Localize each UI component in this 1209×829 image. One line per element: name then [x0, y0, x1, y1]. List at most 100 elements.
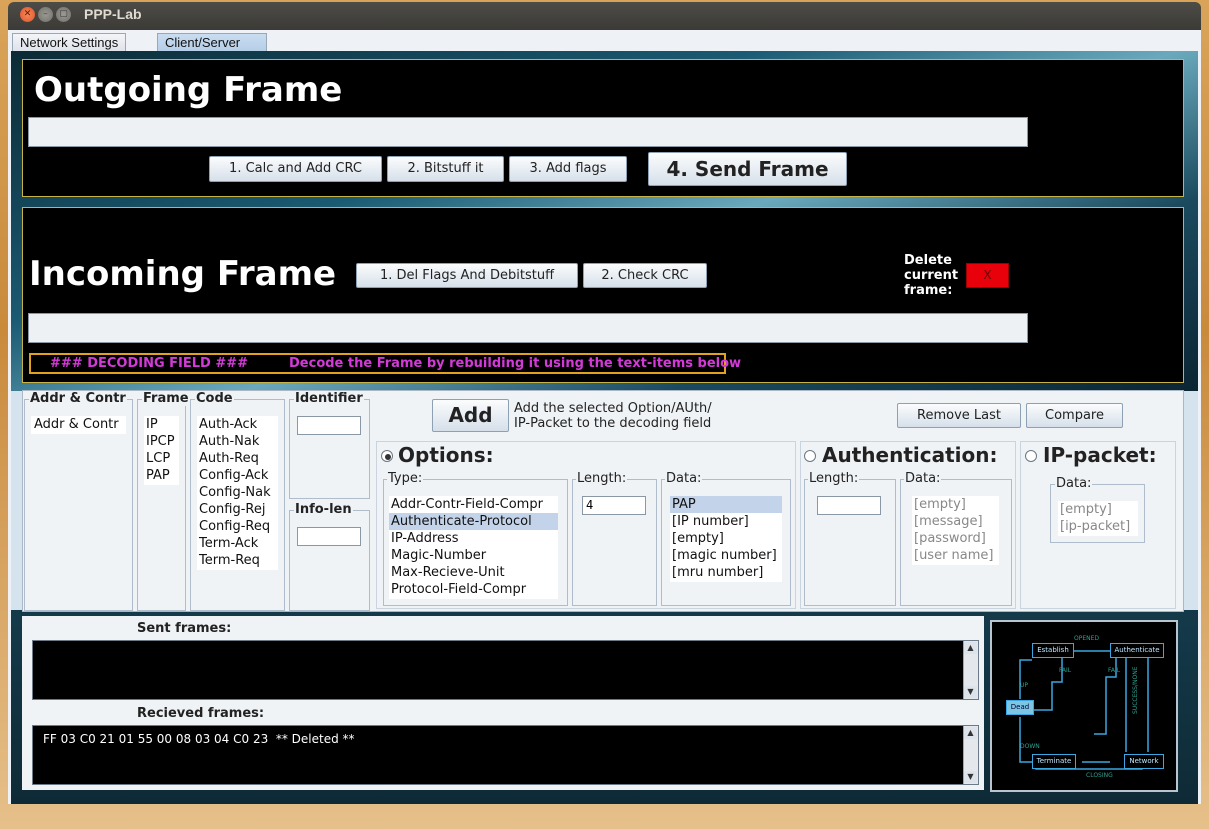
- info-len-input[interactable]: [297, 527, 361, 546]
- list-item[interactable]: [empty]: [912, 496, 999, 513]
- list-item[interactable]: Term-Ack: [197, 535, 278, 552]
- list-item[interactable]: IP-Address: [389, 530, 558, 547]
- window-title: PPP-Lab: [84, 6, 142, 22]
- option-type-label: Type:: [387, 471, 424, 486]
- state-authenticate: Authenticate: [1110, 643, 1164, 658]
- list-item[interactable]: IPCP: [144, 433, 179, 450]
- send-frame-button[interactable]: 4. Send Frame: [648, 152, 847, 186]
- list-item[interactable]: IP: [144, 416, 179, 433]
- addr-contr-label: Addr & Contr: [29, 391, 127, 406]
- outgoing-frame-field[interactable]: [28, 117, 1028, 147]
- received-frame-line: FF 03 C0 21 01 55 00 08 03 04 C0 23 ** D…: [43, 732, 355, 746]
- list-item[interactable]: Addr-Contr-Field-Compr: [389, 496, 558, 513]
- list-item[interactable]: [empty]: [670, 530, 782, 547]
- compare-button[interactable]: Compare: [1026, 403, 1123, 428]
- bitstuff-button[interactable]: 2. Bitstuff it: [387, 156, 504, 182]
- scroll-up-arrow-icon[interactable]: ▲: [964, 727, 977, 739]
- list-item[interactable]: Protocol-Field-Compr: [389, 581, 558, 598]
- info-len-group: [289, 510, 370, 611]
- option-length-input[interactable]: 4: [582, 496, 646, 515]
- scroll-down-arrow-icon[interactable]: ▼: [964, 686, 977, 698]
- state-dead: Dead: [1006, 700, 1034, 715]
- options-radio[interactable]: [381, 450, 393, 462]
- identifier-label: Identifier: [294, 391, 364, 406]
- edge-opened-label: OPENED: [1074, 635, 1100, 642]
- list-item[interactable]: [magic number]: [670, 547, 782, 564]
- auth-length-input[interactable]: [817, 496, 881, 515]
- add-flags-button[interactable]: 3. Add flags: [509, 156, 627, 182]
- option-data-label: Data:: [665, 471, 703, 486]
- incoming-frame-field[interactable]: [28, 313, 1028, 343]
- tab-client-server[interactable]: Client/Server: [157, 33, 267, 52]
- del-flags-debitstuff-button[interactable]: 1. Del Flags And Debitstuff: [356, 263, 578, 288]
- addr-contr-list[interactable]: Addr & Contr: [31, 416, 126, 434]
- list-item[interactable]: PAP: [144, 467, 179, 484]
- info-len-label: Info-len: [294, 502, 353, 517]
- tab-network-settings[interactable]: Network Settings: [12, 33, 127, 52]
- window-close-button[interactable]: ✕: [20, 7, 35, 22]
- edge-down-label: DOWN: [1020, 743, 1040, 750]
- list-item[interactable]: Auth-Nak: [197, 433, 278, 450]
- edge-fail-label: FAIL: [1108, 667, 1121, 674]
- edge-success-label: SUCCESS/NONE: [1132, 666, 1139, 715]
- option-data-list[interactable]: PAP [IP number] [empty] [magic number] […: [670, 496, 782, 582]
- list-item[interactable]: [ip-packet]: [1058, 518, 1138, 535]
- frame-list[interactable]: IP IPCP LCP PAP: [144, 416, 179, 485]
- add-description-line: IP-Packet to the decoding field: [514, 416, 712, 431]
- list-item[interactable]: Config-Rej: [197, 501, 278, 518]
- list-item[interactable]: [empty]: [1058, 501, 1138, 518]
- code-list[interactable]: Auth-Ack Auth-Nak Auth-Req Config-Ack Co…: [197, 416, 278, 570]
- decoding-field-tag: ### DECODING FIELD ###: [50, 356, 249, 371]
- list-item[interactable]: [password]: [912, 530, 999, 547]
- list-item-selected[interactable]: PAP: [670, 496, 782, 513]
- add-description-line: Add the selected Option/AUth/: [514, 401, 712, 416]
- state-network: Network: [1124, 754, 1164, 769]
- auth-data-label: Data:: [904, 471, 942, 486]
- identifier-input[interactable]: [297, 416, 361, 435]
- frame-label: Frame: [142, 391, 190, 406]
- list-item[interactable]: Term-Req: [197, 552, 278, 569]
- list-item[interactable]: [user name]: [912, 547, 999, 564]
- list-item[interactable]: Config-Req: [197, 518, 278, 535]
- list-item[interactable]: [mru number]: [670, 564, 782, 581]
- window-maximize-button[interactable]: ▢: [56, 7, 71, 22]
- edge-closing-label: CLOSING: [1086, 772, 1113, 779]
- scroll-down-arrow-icon[interactable]: ▼: [964, 771, 977, 783]
- ip-packet-title: IP-packet:: [1043, 443, 1157, 467]
- delete-frame-button[interactable]: X: [966, 263, 1009, 288]
- scroll-up-arrow-icon[interactable]: ▲: [964, 642, 977, 654]
- auth-length-label: Length:: [808, 471, 860, 486]
- list-item[interactable]: Config-Nak: [197, 484, 278, 501]
- add-button[interactable]: Add: [432, 399, 509, 432]
- ppp-state-diagram: Dead Establish Authenticate Network Term…: [990, 620, 1178, 792]
- state-establish: Establish: [1032, 643, 1074, 658]
- delete-current-frame-label: Delete current frame:: [904, 253, 959, 298]
- option-length-label: Length:: [576, 471, 628, 486]
- remove-last-button[interactable]: Remove Last: [897, 403, 1021, 428]
- sent-frames-area[interactable]: [32, 640, 979, 700]
- ip-packet-radio[interactable]: [1025, 450, 1037, 462]
- check-crc-button[interactable]: 2. Check CRC: [583, 263, 707, 288]
- list-item[interactable]: [message]: [912, 513, 999, 530]
- decoding-field-hint: Decode the Frame by rebuilding it using …: [289, 356, 742, 371]
- list-item[interactable]: Magic-Number: [389, 547, 558, 564]
- authentication-radio[interactable]: [804, 450, 816, 462]
- list-item[interactable]: LCP: [144, 450, 179, 467]
- list-item[interactable]: Addr & Contr: [31, 416, 126, 433]
- sent-frames-label: Sent frames:: [137, 621, 232, 636]
- option-type-list[interactable]: Addr-Contr-Field-Compr Authenticate-Prot…: [389, 496, 558, 599]
- list-item-selected[interactable]: Authenticate-Protocol: [389, 513, 558, 530]
- auth-data-list[interactable]: [empty] [message] [password] [user name]: [912, 496, 999, 565]
- title-bar[interactable]: [8, 2, 1201, 30]
- list-item[interactable]: Auth-Ack: [197, 416, 278, 433]
- list-item[interactable]: Max-Recieve-Unit: [389, 564, 558, 581]
- window-minimize-button[interactable]: –: [38, 7, 53, 22]
- ip-data-label: Data:: [1055, 476, 1093, 491]
- authentication-title: Authentication:: [822, 443, 998, 467]
- list-item[interactable]: Auth-Req: [197, 450, 278, 467]
- calc-add-crc-button[interactable]: 1. Calc and Add CRC: [209, 156, 382, 182]
- ip-data-list[interactable]: [empty] [ip-packet]: [1058, 501, 1138, 536]
- list-item[interactable]: Config-Ack: [197, 467, 278, 484]
- list-item[interactable]: [IP number]: [670, 513, 782, 530]
- edge-up-label: UP: [1020, 682, 1029, 689]
